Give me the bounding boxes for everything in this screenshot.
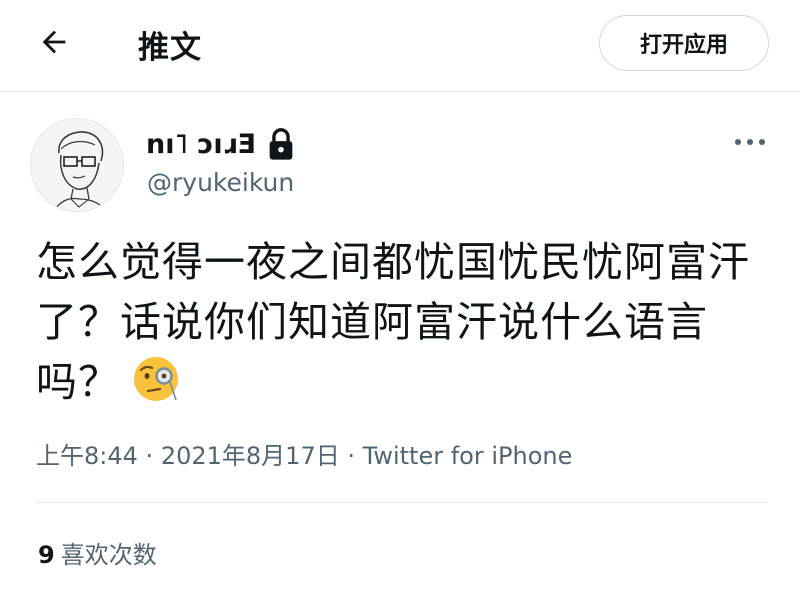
divider bbox=[36, 502, 768, 503]
tweet-text: 怎么觉得一夜之间都忧国忧民忧阿富汗了？话说你们知道阿富汗说什么语言吗？ bbox=[36, 232, 766, 412]
display-name-row[interactable]: nı˥ ɔıɹƎ bbox=[146, 124, 296, 164]
more-options-button[interactable] bbox=[722, 124, 778, 160]
open-app-button[interactable]: 打开应用 bbox=[599, 15, 769, 71]
page-title: 推文 bbox=[138, 30, 202, 66]
face-with-monocle-icon bbox=[132, 354, 182, 404]
user-handle[interactable]: @ryukeikun bbox=[147, 168, 294, 197]
arrow-left-icon bbox=[42, 30, 66, 54]
avatar[interactable] bbox=[30, 118, 124, 212]
tweet-page: 推文 打开应用 nı˥ ɔıɹƎ @ryukeikun 怎么觉得一夜之间都忧国忧… bbox=[0, 0, 800, 601]
lock-icon bbox=[266, 127, 296, 161]
back-button[interactable] bbox=[28, 20, 80, 64]
meta-separator-2: · bbox=[347, 442, 355, 470]
tweet-meta: 上午8:44 · 2021年8月17日 · Twitter for iPhone bbox=[36, 436, 572, 471]
display-name[interactable]: nı˥ ɔıɹƎ bbox=[146, 129, 256, 160]
avatar-sketch bbox=[31, 119, 123, 211]
tweet-source[interactable]: Twitter for iPhone bbox=[363, 442, 573, 470]
likes-label: 喜欢次数 bbox=[60, 541, 157, 569]
likes-count: 9 bbox=[38, 541, 55, 569]
likes-stat[interactable]: 9 喜欢次数 bbox=[38, 535, 157, 570]
top-bar: 推文 打开应用 bbox=[0, 0, 800, 92]
tweet-date[interactable]: 2021年8月17日 bbox=[161, 442, 340, 470]
more-dots-icon bbox=[735, 139, 765, 145]
tweet-time[interactable]: 上午8:44 bbox=[36, 442, 138, 470]
meta-separator: · bbox=[145, 442, 154, 470]
